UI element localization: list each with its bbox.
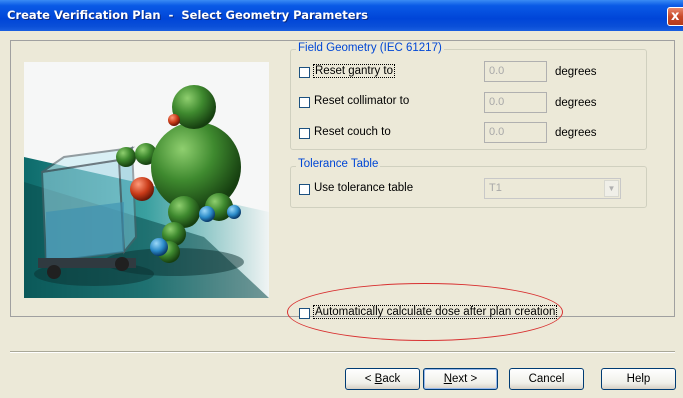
- collimator-unit: degrees: [555, 97, 597, 109]
- reset-gantry-checkbox[interactable]: [299, 67, 310, 78]
- reset-collimator-checkbox[interactable]: [299, 97, 310, 108]
- robot-illustration: [24, 62, 269, 298]
- back-button[interactable]: < Back: [345, 368, 420, 390]
- close-button[interactable]: x: [667, 7, 683, 26]
- highlight-oval: [287, 283, 563, 341]
- field-geometry-title: Field Geometry (IEC 61217): [296, 42, 444, 54]
- back-prefix: <: [364, 373, 375, 385]
- chevron-down-icon[interactable]: ▼: [604, 180, 619, 197]
- collimator-angle-field[interactable]: 0.0: [484, 92, 547, 113]
- title-bar[interactable]: Create Verification Plan - Select Geomet…: [0, 0, 683, 31]
- next-button[interactable]: Next >: [423, 368, 498, 390]
- use-tolerance-table-label: Use tolerance table: [314, 182, 414, 194]
- tolerance-table-select[interactable]: T1 ▼: [484, 178, 621, 199]
- tolerance-table-value: T1: [489, 182, 502, 194]
- window-title: Create Verification Plan - Select Geomet…: [7, 8, 369, 22]
- couch-angle-field[interactable]: 0.0: [484, 122, 547, 143]
- reset-gantry-label: Reset gantry to: [313, 64, 395, 78]
- gantry-angle-field[interactable]: 0.0: [484, 61, 547, 82]
- next-mnemonic: N: [443, 373, 453, 385]
- separator-highlight: [10, 352, 675, 353]
- tolerance-table-title: Tolerance Table: [296, 158, 381, 170]
- cancel-button[interactable]: Cancel: [509, 368, 584, 390]
- reset-collimator-label: Reset collimator to: [314, 95, 410, 107]
- close-icon: x: [671, 9, 680, 24]
- use-tolerance-table-checkbox[interactable]: [299, 184, 310, 195]
- dialog-window: Create Verification Plan - Select Geomet…: [0, 0, 683, 398]
- reset-couch-checkbox[interactable]: [299, 128, 310, 139]
- robot-graphic: [24, 62, 269, 298]
- couch-unit: degrees: [555, 127, 597, 139]
- reset-couch-label: Reset couch to: [314, 126, 391, 138]
- back-rest: ack: [382, 373, 401, 385]
- help-button[interactable]: Help: [601, 368, 676, 390]
- gantry-unit: degrees: [555, 66, 597, 78]
- next-rest: ext >: [452, 373, 478, 385]
